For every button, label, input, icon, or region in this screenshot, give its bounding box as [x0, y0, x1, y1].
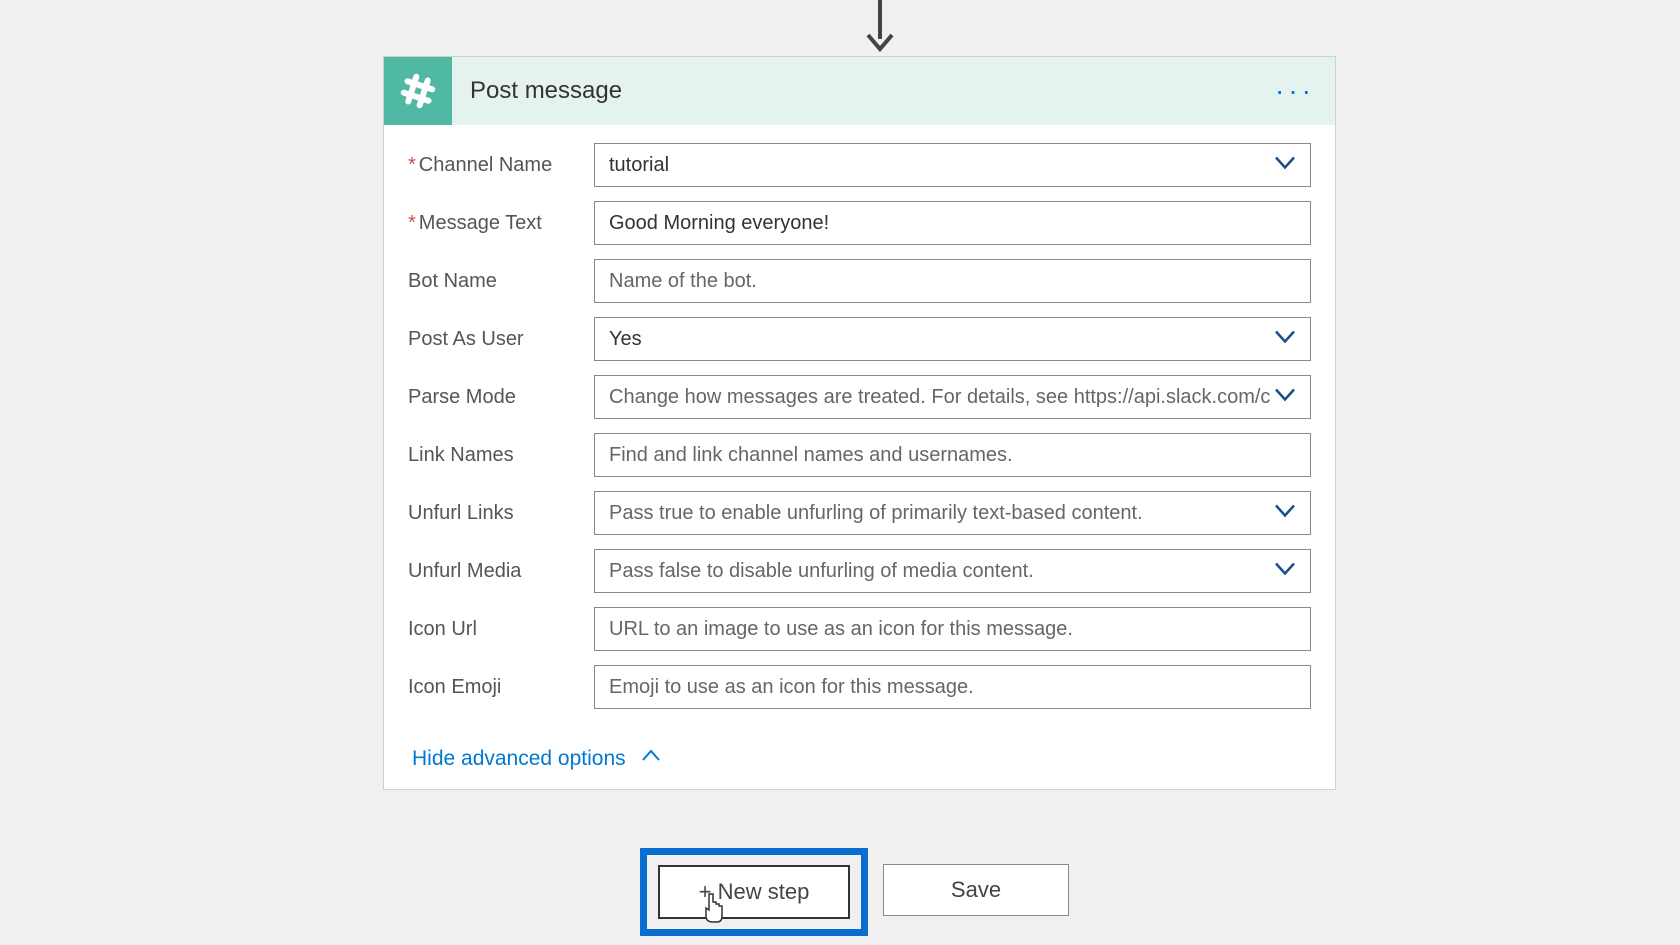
new-step-button[interactable]: + New step: [658, 865, 850, 919]
icon-emoji-input[interactable]: Emoji to use as an icon for this message…: [594, 665, 1311, 709]
hide-advanced-options-toggle[interactable]: Hide advanced options: [412, 745, 662, 773]
chevron-down-icon: [1272, 498, 1298, 529]
bot-name-label: Bot Name: [408, 270, 594, 293]
parse-mode-select[interactable]: Change how messages are treated. For det…: [594, 375, 1311, 419]
cursor-pointer-icon: [700, 892, 728, 931]
channel-name-label: *Channel Name: [408, 154, 594, 177]
chevron-down-icon: [1272, 324, 1298, 355]
card-body: *Channel Name tutorial *Message Text Goo…: [384, 125, 1335, 789]
parse-mode-label: Parse Mode: [408, 386, 594, 409]
icon-emoji-label: Icon Emoji: [408, 676, 594, 699]
link-names-input[interactable]: Find and link channel names and username…: [594, 433, 1311, 477]
message-text-input[interactable]: Good Morning everyone!: [594, 201, 1311, 245]
bot-name-input[interactable]: Name of the bot.: [594, 259, 1311, 303]
chevron-up-icon: [640, 745, 662, 773]
chevron-down-icon: [1272, 556, 1298, 587]
link-names-label: Link Names: [408, 444, 594, 467]
card-header[interactable]: Post message ···: [384, 57, 1335, 125]
unfurl-media-select[interactable]: Pass false to disable unfurling of media…: [594, 549, 1311, 593]
icon-url-label: Icon Url: [408, 618, 594, 641]
message-text-label: *Message Text: [408, 212, 594, 235]
more-menu-icon[interactable]: ···: [1275, 75, 1315, 107]
post-as-user-select[interactable]: Yes: [594, 317, 1311, 361]
slack-connector-icon: [384, 57, 452, 125]
post-message-card: Post message ··· *Channel Name tutorial …: [383, 56, 1336, 790]
chevron-down-icon: [1272, 382, 1298, 413]
save-button[interactable]: Save: [883, 864, 1069, 916]
tutorial-highlight: + New step: [640, 848, 868, 936]
chevron-down-icon: [1272, 150, 1298, 181]
unfurl-links-label: Unfurl Links: [408, 502, 594, 525]
post-as-user-label: Post As User: [408, 328, 594, 351]
unfurl-links-select[interactable]: Pass true to enable unfurling of primari…: [594, 491, 1311, 535]
icon-url-input[interactable]: URL to an image to use as an icon for th…: [594, 607, 1311, 651]
card-title: Post message: [470, 77, 622, 105]
unfurl-media-label: Unfurl Media: [408, 560, 594, 583]
channel-name-select[interactable]: tutorial: [594, 143, 1311, 187]
flow-arrow-down-icon: [850, 0, 910, 57]
